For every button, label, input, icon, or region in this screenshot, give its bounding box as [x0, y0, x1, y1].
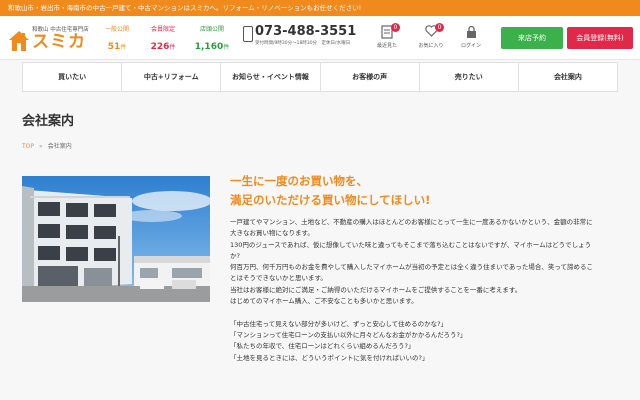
house-logo-icon	[9, 31, 29, 51]
headline-line-2: 満足のいただける買い物にしてほしい!	[230, 193, 431, 207]
stat-store-listings[interactable]: 店頭公開 1,160件	[190, 26, 234, 54]
document-icon: 0	[379, 23, 400, 39]
visit-reservation-button[interactable]: 来店予約	[501, 27, 563, 49]
favorites-label: お気に入り	[418, 43, 444, 49]
headline-line-1: 一生に一度のお買い物を、	[230, 174, 368, 188]
member-register-button[interactable]: 会員登録(無料)	[567, 27, 633, 49]
breadcrumb: TOP » 会社案内	[22, 141, 72, 150]
stat-member-listings[interactable]: 会員限定 226件	[144, 26, 182, 54]
stat-label: 店頭公開	[199, 26, 224, 33]
body-line: 130円のジュースであれば、仮に想像していた味と違ってもそこまで落ち込むことはな…	[230, 240, 592, 249]
smartphone-icon	[243, 26, 253, 42]
recently-viewed-button[interactable]: 0 最近見た	[372, 23, 402, 49]
nav-item-customer-voice[interactable]: お客様の声	[321, 63, 420, 91]
heart-icon: 0	[423, 23, 444, 39]
business-hours: 受付時間/9時30分〜18時30分 定休日/水曜日	[255, 41, 351, 46]
nav-item-buy[interactable]: 買いたい	[23, 63, 123, 91]
quote-line: 「土地を見るときには、どういうポイントに気を付ければいいの?」	[230, 353, 429, 362]
recently-viewed-label: 最近見た	[376, 43, 397, 49]
quote-line: 「マンションって住宅ローンの支払い以外に月々どんなお金がかかるんだろう?」	[230, 330, 467, 339]
global-nav: 買いたい 中古+リフォーム お知らせ・イベント情報 お客様の声 売りたい 会社案…	[22, 62, 618, 92]
body-line: 何百万円、何千万円ものお金を費やして購入したマイホームが当初の予定とは全く違う住…	[230, 263, 594, 272]
top-announcement-bar: 和歌山市・岩出市・海南市の中古一戸建て・中古マンションはスミカへ。リフォーム・リ…	[0, 0, 640, 16]
recent-count-badge: 0	[391, 23, 400, 32]
stat-label: 一般公開	[104, 26, 129, 33]
body-line: 一戸建てやマンション、土地など、不動産の購入はほとんどのお客様にとって一生に一度…	[230, 218, 593, 226]
headline: 一生に一度のお買い物を、 満足のいただける買い物にしてほしい!	[230, 172, 430, 210]
login-button[interactable]: ログイン	[456, 25, 486, 49]
logo-wordmark: スミカ	[32, 32, 86, 52]
stat-value: 1,160	[194, 42, 224, 52]
nav-item-used-reform[interactable]: 中古+リフォーム	[122, 63, 222, 91]
body-line: か?	[230, 251, 240, 260]
phone-contact[interactable]: 073-488-3551 受付時間/9時30分〜18時30分 定休日/水曜日	[243, 24, 363, 52]
body-line: 当社はお客様に絶対にご満足・ご納得のいただけるマイホームをご提供することを一番に…	[230, 285, 522, 294]
page-title: 会社案内	[22, 114, 75, 129]
favorites-button[interactable]: 0 お気に入り	[416, 23, 446, 49]
breadcrumb-separator: »	[39, 143, 43, 150]
body-line: とはそうできないかと思います。	[230, 274, 327, 283]
quote-line: 「中古住宅って見えない部分が多いけど、ずっと安心して住めるのかな?」	[230, 319, 448, 328]
breadcrumb-top-link[interactable]: TOP	[22, 143, 34, 150]
company-building-photo	[22, 176, 210, 302]
stat-public-listings[interactable]: 一般公開 51件	[102, 26, 132, 54]
breadcrumb-current: 会社案内	[47, 143, 72, 150]
stat-label: 会員限定	[150, 26, 175, 33]
company-intro-text: 一戸建てやマンション、土地など、不動産の購入はほとんどのお客様にとって一生に一度…	[230, 217, 622, 364]
lock-icon	[463, 25, 479, 39]
stat-value: 51	[107, 42, 121, 52]
nav-item-company[interactable]: 会社案内	[519, 63, 617, 91]
site-logo[interactable]: 和歌山 中古住宅専門店 スミカ	[8, 22, 94, 54]
site-header: 和歌山 中古住宅専門店 スミカ 一般公開 51件 会員限定 226件 店頭公開 …	[0, 16, 640, 60]
phone-number[interactable]: 073-488-3551	[255, 24, 356, 39]
stat-value: 226	[150, 42, 170, 52]
nav-item-sell[interactable]: 売りたい	[420, 63, 519, 91]
favorites-count-badge: 0	[435, 23, 444, 32]
quote-line: 「私たちの年収で、住宅ローンはどれくらい組めるんだろう?」	[230, 342, 415, 351]
login-label: ログイン	[460, 43, 481, 49]
nav-item-news-events[interactable]: お知らせ・イベント情報	[221, 63, 321, 91]
body-line: 大きなお買い物になります。	[230, 229, 314, 238]
body-line: はじめてのマイホーム購入、ご不安なことも多いかと思います。	[230, 297, 418, 306]
